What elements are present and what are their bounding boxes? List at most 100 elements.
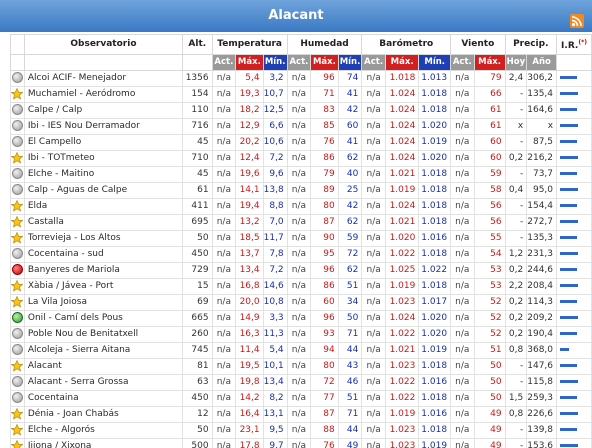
hum-max-header[interactable]: Máx.: [310, 54, 339, 71]
wind-max-cell: 49: [473, 406, 506, 423]
temp-act-cell: n/a: [211, 358, 237, 375]
temp-min-header[interactable]: Mín.: [262, 54, 288, 71]
bar-act-header[interactable]: Act.: [361, 54, 386, 71]
station-name-link[interactable]: Poble Nou de Benitatxell: [23, 326, 184, 343]
station-name-link[interactable]: Onil - Camí dels Pous: [23, 310, 184, 327]
table-row[interactable]: Castalla 695 n/a 13,2 7,0 n/a 87 62 n/a 1.021 1.01…: [10, 214, 592, 231]
table-row[interactable]: Cocentaina 450 n/a 14,2 8,2 n/a 77 51 n/a 1.022 1.…: [10, 390, 592, 407]
rss-icon[interactable]: [570, 14, 584, 28]
temp-act-cell: n/a: [211, 294, 237, 311]
station-star-icon: [11, 215, 24, 228]
table-row[interactable]: La Vila Joiosa 69 n/a 20,0 10,8 n/a 60 34 n/a 1.0…: [10, 294, 592, 311]
temp-act-cell: n/a: [211, 262, 237, 279]
table-row[interactable]: Xàbia / Jávea - Port 15 n/a 16,8 14,6 n/a 86 51…: [10, 278, 592, 295]
ir-cell: [556, 310, 592, 327]
station-name-link[interactable]: Cocentaina: [23, 390, 184, 407]
table-row[interactable]: Torrevieja - Los Altos 50 n/a 18,5 11,7 n/a 90…: [10, 230, 592, 247]
station-name-link[interactable]: Alcoi ACIF- Menejador: [23, 70, 184, 87]
col-ir[interactable]: I.R.(*): [556, 34, 592, 55]
bar-act-cell: n/a: [361, 438, 386, 448]
table-row[interactable]: Alcoi ACIF- Menejador 1356 n/a 5,4 3,2 n/a 96 7…: [10, 70, 592, 87]
status-icon-cell: [10, 278, 25, 295]
table-row[interactable]: Elche - Algorós 50 n/a 23,1 9,5 n/a 88 44 n/a 1.0…: [10, 422, 592, 439]
precip-ano-cell: 135,4: [526, 86, 558, 103]
bar-act-cell: n/a: [361, 342, 386, 359]
bar-max-cell: 1.024: [384, 310, 420, 327]
table-row[interactable]: Ibi - IES Nou Derramador 716 n/a 12,9 6,6 n/a…: [10, 118, 592, 135]
station-name-link[interactable]: Alcoleja - Sierra Aitana: [23, 342, 184, 359]
station-name-link[interactable]: Elche - Algorós: [23, 422, 184, 439]
station-name-link[interactable]: Elda: [23, 198, 184, 215]
station-name-link[interactable]: Dénia - Joan Chabás: [23, 406, 184, 423]
temp-min-cell: 10,6: [262, 134, 288, 151]
ir-cell: [556, 102, 592, 119]
station-name-link[interactable]: Elche - Maitino: [23, 166, 184, 183]
station-name-link[interactable]: Muchamiel - Aeródromo: [23, 86, 184, 103]
station-name-link[interactable]: El Campello: [23, 134, 184, 151]
temp-min-cell: 10,7: [262, 86, 288, 103]
table-row[interactable]: Alacant - Serra Grossa 63 n/a 19,8 13,4 n/a 72…: [10, 374, 592, 391]
precip-hoy-header[interactable]: Hoy: [504, 54, 528, 71]
precip-hoy-cell: -: [504, 358, 528, 375]
hum-min-header[interactable]: Mín.: [337, 54, 363, 71]
ir-cell: [556, 230, 592, 247]
wind-max-header[interactable]: Máx.: [473, 54, 506, 71]
station-name-link[interactable]: Banyeres de Mariola: [23, 262, 184, 279]
wind-act-cell: n/a: [450, 294, 475, 311]
alt-cell: 81: [182, 358, 213, 375]
station-name-link[interactable]: Xàbia / Jávea - Port: [23, 278, 184, 295]
table-row[interactable]: Jijona / Xixona 500 n/a 17,8 9,7 n/a 76 49 n/a 1.…: [10, 438, 592, 448]
wind-act-header[interactable]: Act.: [450, 54, 475, 71]
status-icon-cell: [10, 422, 25, 439]
bar-max-header[interactable]: Máx.: [384, 54, 420, 71]
station-star-icon: [11, 231, 24, 244]
hum-act-cell: n/a: [286, 86, 312, 103]
table-row[interactable]: Elda 411 n/a 19,4 8,8 n/a 80 42 n/a 1.024 1.018 n/a…: [10, 198, 592, 215]
table-row[interactable]: Onil - Camí dels Pous 665 n/a 14,9 3,3 n/a 96 5…: [10, 310, 592, 327]
bar-min-cell: 1.020: [418, 118, 452, 135]
temp-min-cell: 14,6: [262, 278, 288, 295]
col-observatorio[interactable]: Observatorio: [23, 34, 184, 55]
temp-max-header[interactable]: Máx.: [235, 54, 264, 71]
station-name-link[interactable]: Torrevieja - Los Altos: [23, 230, 184, 247]
table-row[interactable]: Elche - Maitino 45 n/a 19,6 9,6 n/a 79 40 n/a 1.0…: [10, 166, 592, 183]
table-row[interactable]: Ibi - TOTmeteo 710 n/a 12,4 7,2 n/a 86 62 n/a 1.0…: [10, 150, 592, 167]
temp-act-header[interactable]: Act.: [211, 54, 237, 71]
table-row[interactable]: El Campello 45 n/a 20,2 10,6 n/a 76 41 n/a 1.024 1…: [10, 134, 592, 151]
station-name-link[interactable]: Castalla: [23, 214, 184, 231]
station-name-link[interactable]: Ibi - IES Nou Derramador: [23, 118, 184, 135]
hum-act-header[interactable]: Act.: [286, 54, 312, 71]
station-name-link[interactable]: Calp - Aguas de Calpe: [23, 182, 184, 199]
table-row[interactable]: Alcoleja - Sierra Aitana 745 n/a 11,4 5,4 n/a…: [10, 342, 592, 359]
hum-act-cell: n/a: [286, 438, 312, 448]
table-row[interactable]: Calp - Aguas de Calpe 61 n/a 14,1 13,8 n/a 89 2…: [10, 182, 592, 199]
hum-act-cell: n/a: [286, 374, 312, 391]
hum-min-cell: 25: [337, 182, 363, 199]
precip-ano-header[interactable]: Año: [526, 54, 558, 71]
bar-act-cell: n/a: [361, 278, 386, 295]
table-row[interactable]: Dénia - Joan Chabás 12 n/a 16,4 13,1 n/a 87 71 n…: [10, 406, 592, 423]
table-row[interactable]: Poble Nou de Benitatxell 260 n/a 16,3 11,3 n/…: [10, 326, 592, 343]
precip-ano-cell: 226,6: [526, 406, 558, 423]
status-icon-cell: [10, 150, 25, 167]
table-row[interactable]: Alacant 81 n/a 19,5 10,1 n/a 80 43 n/a 1.023 1.018…: [10, 358, 592, 375]
station-name-link[interactable]: Alacant: [23, 358, 184, 375]
table-row[interactable]: Muchamiel - Aeródromo 154 n/a 19,3 10,7 n/a 71…: [10, 86, 592, 103]
station-name-link[interactable]: Cocentaina - sud: [23, 246, 184, 263]
hum-max-cell: 96: [310, 262, 339, 279]
precip-ano-cell: 209,2: [526, 310, 558, 327]
table-row[interactable]: Banyeres de Mariola 729 n/a 13,4 7,2 n/a 96 62 n…: [10, 262, 592, 279]
ir-bar: [560, 188, 579, 191]
station-name-link[interactable]: Ibi - TOTmeteo: [23, 150, 184, 167]
station-name-link[interactable]: Calpe / Calp: [23, 102, 184, 119]
precip-ano-cell: 87,5: [526, 134, 558, 151]
table-row[interactable]: Calpe / Calp 110 n/a 18,2 12,5 n/a 83 42 n/a 1.02…: [10, 102, 592, 119]
table-row[interactable]: Cocentaina - sud 450 n/a 13,7 7,8 n/a 95 72 n/a 1…: [10, 246, 592, 263]
hum-max-cell: 72: [310, 374, 339, 391]
station-name-link[interactable]: La Vila Joiosa: [23, 294, 184, 311]
bar-min-header[interactable]: Mín.: [418, 54, 452, 71]
col-alt[interactable]: Alt.: [182, 34, 213, 55]
hum-act-cell: n/a: [286, 422, 312, 439]
station-name-link[interactable]: Jijona / Xixona: [23, 438, 184, 448]
station-name-link[interactable]: Alacant - Serra Grossa: [23, 374, 184, 391]
